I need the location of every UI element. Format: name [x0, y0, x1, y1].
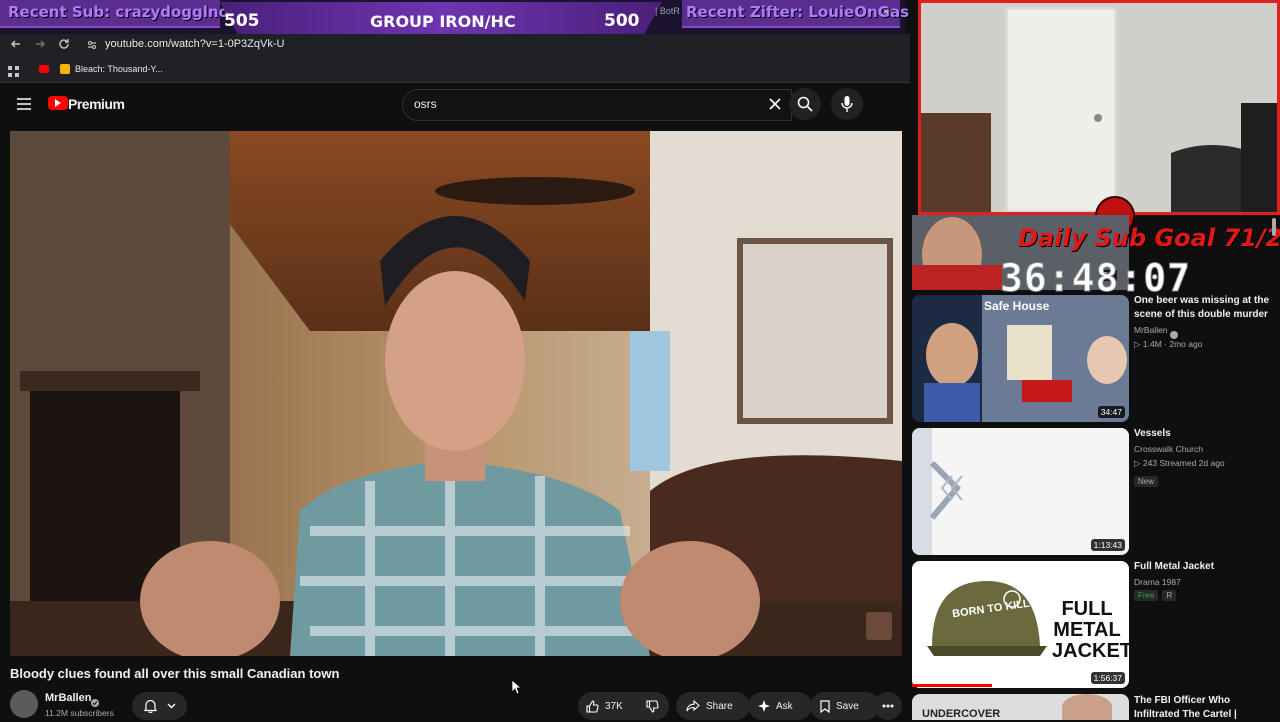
rec-thumb-4-face [1062, 694, 1112, 720]
forward-icon[interactable] [34, 37, 46, 53]
play-small-icon: ▷ [1134, 458, 1143, 468]
rec-channel-1[interactable]: MrBallen [1134, 323, 1168, 337]
group-title: GROUP IRON/HC [370, 12, 516, 31]
free-badge: Free [1134, 590, 1159, 601]
daily-sub-goal: Daily Sub Goal 71/25 [1018, 224, 1280, 252]
clear-search-icon[interactable] [769, 97, 781, 115]
rec-thumb-1-art [912, 295, 1129, 422]
ask-button[interactable]: Ask [748, 692, 812, 720]
browser-tab-fragment[interactable]: | BotR [655, 6, 680, 16]
rec-thumb-2-art [912, 428, 1129, 555]
share-button[interactable]: Share [676, 692, 750, 720]
rec-thumb-1-label: Safe House [984, 299, 1050, 313]
notifications-button[interactable] [132, 692, 187, 720]
rec-thumb-2[interactable]: 1:13:43 [912, 428, 1129, 555]
play-small-icon: ▷ [1134, 339, 1143, 349]
mouse-cursor-icon [511, 679, 522, 699]
rec-duration-2: 1:13:43 [1090, 539, 1125, 551]
like-button[interactable]: 37K [578, 692, 642, 720]
subscriber-count: 11.2M subscribers [45, 708, 114, 718]
back-icon[interactable] [10, 37, 22, 53]
youtube-logo-icon[interactable] [48, 96, 68, 110]
rec-meta-1: 1.4M · 2mo ago [1142, 339, 1203, 349]
voice-search-button[interactable] [831, 88, 863, 120]
video-title: Bloody clues found all over this small C… [10, 666, 340, 681]
more-horizontal-icon [882, 704, 894, 708]
save-button[interactable]: Save [810, 692, 880, 720]
rec-duration-3: 1:56:37 [1090, 672, 1125, 684]
rec-new-badge: New [1134, 476, 1159, 487]
dislike-button[interactable] [635, 692, 669, 720]
bleach-bookmark-icon [60, 64, 70, 74]
rec-thumb-1[interactable]: Safe House 34:47 [912, 295, 1129, 422]
site-info-icon[interactable] [86, 38, 98, 56]
video-frame [10, 131, 902, 656]
rec-thumb-3[interactable]: BORN TO KILL FULL METAL JACKET 1:56:37 [912, 561, 1129, 688]
save-label: Save [836, 700, 859, 712]
right-count: 500 [604, 11, 640, 31]
rec-title-2[interactable]: Vessels [1134, 427, 1274, 441]
sidebar-scrollbar[interactable] [1272, 218, 1276, 236]
youtube-logo-text[interactable]: Premium [68, 96, 125, 112]
microphone-icon [841, 96, 853, 112]
rec-meta-2: 243 Streamed 2d ago [1142, 458, 1225, 468]
menu-icon[interactable] [17, 97, 31, 115]
apps-grid-icon[interactable] [8, 64, 19, 82]
channel-name[interactable]: MrBallen [45, 692, 91, 704]
chevron-down-icon [167, 703, 175, 709]
search-input[interactable] [402, 89, 792, 121]
rec-thumb-4-label: UNDERCOVER [922, 708, 1001, 720]
more-actions-button[interactable] [874, 692, 902, 720]
ask-label: Ask [776, 700, 793, 712]
recent-zifter-text: Recent Zifter: LouieOnGas [686, 3, 910, 21]
rec-meta-1-row: ▷ 1.4M · 2mo ago [1134, 337, 1202, 351]
channel-watermark[interactable] [866, 612, 892, 640]
recent-sub-text: Recent Sub: crazydogglnoc [8, 3, 238, 21]
search-icon [797, 96, 813, 112]
watch-progress-bar [912, 684, 992, 687]
sparkle-icon [758, 700, 770, 712]
reload-icon[interactable] [58, 37, 70, 53]
webcam-overlay [918, 0, 1280, 215]
tab-close-icon[interactable]: × [883, 6, 889, 18]
channel-avatar[interactable] [10, 690, 38, 718]
bell-icon [143, 699, 157, 713]
rating-badge: R [1162, 590, 1177, 601]
share-label: Share [706, 700, 733, 712]
search-button[interactable] [789, 88, 821, 120]
rec-title-4[interactable]: The FBI Officer Who Infiltrated The Cart… [1134, 694, 1274, 722]
url-field[interactable]: youtube.com/watch?v=1-0P3ZqVk-U [105, 38, 284, 50]
search-query: osrs [414, 97, 437, 111]
rec-channel-3[interactable]: Drama 1987 [1134, 575, 1181, 589]
left-count: 505 [224, 11, 260, 31]
poster-title: FULL METAL JACKET [1052, 598, 1129, 662]
rec-channel-2[interactable]: Crosswalk Church [1134, 442, 1203, 456]
rec-duration-1: 34:47 [1097, 406, 1125, 418]
thumbs-up-icon [586, 699, 599, 713]
rec-title-1[interactable]: One beer was missing at the scene of thi… [1134, 294, 1274, 322]
like-count: 37K [605, 700, 623, 712]
video-player[interactable] [10, 131, 902, 656]
youtube-bookmark-icon[interactable] [39, 65, 49, 73]
rec-thumb-4[interactable]: UNDERCOVER [912, 694, 1129, 720]
rec-title-3[interactable]: Full Metal Jacket [1134, 560, 1274, 574]
rec-badges-3: Free R [1134, 590, 1177, 601]
rec-meta-2-row: ▷ 243 Streamed 2d ago [1134, 456, 1225, 470]
share-icon [686, 700, 700, 712]
bookmark-bleach[interactable]: Bleach: Thousand-Y... [75, 64, 163, 74]
webcam-scene [921, 3, 1277, 212]
thumbs-down-icon [645, 699, 659, 713]
bookmark-icon [820, 699, 830, 713]
